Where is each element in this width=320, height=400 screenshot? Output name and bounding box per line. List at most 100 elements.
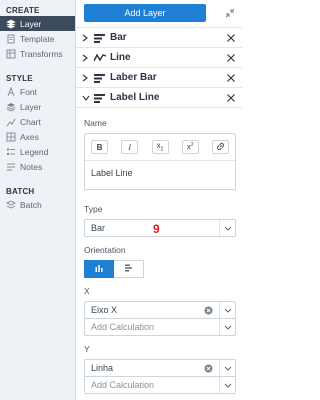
close-icon[interactable]: [226, 33, 236, 43]
vertical-orientation-button[interactable]: [84, 260, 114, 278]
layer-row-laber-bar[interactable]: Laber Bar: [76, 67, 242, 87]
bar-icon: [94, 33, 106, 43]
y-select[interactable]: Linha: [84, 359, 236, 377]
bar-icon: [94, 93, 106, 103]
style-heading: STYLE: [6, 74, 33, 83]
sidebar-item-transforms[interactable]: Transforms: [0, 46, 75, 61]
sidebar-item-layer[interactable]: Layer: [0, 16, 75, 31]
sidebar-item-label: Batch: [20, 199, 42, 210]
name-label: Name: [84, 118, 107, 128]
layer-name: Bar: [110, 32, 127, 43]
layers-icon: [6, 19, 16, 29]
horizontal-orientation-button[interactable]: [114, 260, 144, 278]
name-editor: B I x2 x2 Label Line: [84, 133, 236, 190]
layer-row-line[interactable]: Line: [76, 47, 242, 67]
x-label: X: [84, 286, 90, 296]
sidebar-item-notes[interactable]: Notes: [0, 159, 75, 174]
chevron-down-icon[interactable]: [82, 94, 90, 102]
clear-icon[interactable]: [204, 364, 213, 373]
create-heading: CREATE: [6, 6, 40, 15]
y-calculation-placeholder: Add Calculation: [91, 380, 155, 390]
x-calculation-placeholder: Add Calculation: [91, 322, 155, 332]
y-label: Y: [84, 344, 90, 354]
name-input[interactable]: Label Line: [85, 161, 235, 189]
layers-icon: [6, 102, 16, 112]
notes-icon: [6, 162, 16, 172]
type-value: Bar: [91, 223, 106, 233]
x-field-group: Eixo X Add Calculation: [84, 301, 236, 336]
chevron-right-icon[interactable]: [82, 34, 90, 42]
collapse-icon[interactable]: [224, 7, 236, 19]
batch-icon: [6, 199, 16, 210]
axes-icon: [6, 132, 16, 142]
template-icon: [6, 34, 16, 44]
sidebar-item-legend[interactable]: Legend: [0, 144, 75, 159]
x-calculation-select[interactable]: Add Calculation: [84, 318, 236, 336]
chevron-down-icon[interactable]: [219, 319, 235, 335]
chevron-down-icon[interactable]: [219, 220, 235, 236]
type-label: Type: [84, 204, 103, 214]
orientation-label: Orientation: [84, 245, 126, 255]
chevron-right-icon[interactable]: [82, 74, 90, 82]
clear-icon[interactable]: [204, 306, 213, 315]
layer-panel: Add Layer Bar Line Laber Bar Label Line …: [76, 0, 242, 400]
transforms-icon: [6, 49, 16, 59]
bar-icon: [94, 73, 106, 83]
orientation-toggle: [84, 260, 236, 278]
x-value: Eixo X: [91, 305, 118, 315]
chart-icon: [6, 117, 16, 127]
subscript-icon: x2: [156, 141, 164, 153]
line-icon: [94, 53, 106, 63]
layer-name: Laber Bar: [110, 72, 157, 83]
sidebar-item-layer-style[interactable]: Layer: [0, 99, 75, 114]
y-field-group: Linha Add Calculation: [84, 359, 236, 394]
sidebar-item-chart[interactable]: Chart: [0, 114, 75, 129]
close-icon[interactable]: [226, 73, 236, 83]
y-calculation-select[interactable]: Add Calculation: [84, 376, 236, 394]
x-select[interactable]: Eixo X: [84, 301, 236, 319]
legend-icon: [6, 147, 16, 157]
sidebar-item-label: Transforms: [20, 48, 63, 59]
chevron-right-icon[interactable]: [82, 54, 90, 62]
layer-settings: Name B I x2 x2 Label Line Type Bar 9 Ori…: [76, 107, 242, 394]
horizontal-bars-icon: [124, 264, 133, 274]
bold-button[interactable]: B: [91, 140, 108, 154]
sidebar-item-axes[interactable]: Axes: [0, 129, 75, 144]
close-icon[interactable]: [226, 53, 236, 63]
superscript-icon: x2: [186, 142, 194, 152]
annotation-number: 9: [153, 222, 160, 236]
chevron-down-icon[interactable]: [219, 302, 235, 318]
chevron-down-icon[interactable]: [219, 360, 235, 376]
link-button[interactable]: [212, 140, 229, 154]
layer-name: Line: [110, 52, 131, 63]
vertical-bars-icon: [95, 264, 103, 274]
sidebar-item-label: Template: [20, 33, 55, 44]
italic-button[interactable]: I: [121, 140, 139, 154]
subscript-button[interactable]: x2: [151, 140, 169, 154]
sidebar-item-label: Font: [20, 86, 38, 97]
layer-row-label-line[interactable]: Label Line: [76, 87, 242, 107]
link-icon: [216, 142, 225, 153]
sidebar-item-label: Axes: [20, 131, 39, 142]
sidebar-item-label: Notes: [20, 161, 43, 172]
chevron-down-icon[interactable]: [219, 377, 235, 393]
y-value: Linha: [91, 363, 114, 373]
type-select[interactable]: Bar 9: [84, 219, 236, 237]
sidebar-item-label: Chart: [20, 116, 41, 127]
layer-row-bar[interactable]: Bar: [76, 27, 242, 47]
superscript-button[interactable]: x2: [181, 140, 199, 154]
sidebar-item-batch[interactable]: Batch: [0, 197, 75, 212]
font-icon: [6, 86, 16, 97]
sidebar-item-label: Legend: [20, 146, 49, 157]
add-layer-button[interactable]: Add Layer: [84, 4, 206, 22]
sidebar-item-template[interactable]: Template: [0, 31, 75, 46]
sidebar-item-label: Layer: [20, 18, 42, 29]
format-toolbar: B I x2 x2: [85, 134, 235, 161]
sidebar: CREATE Layer Template Transforms STYLE F…: [0, 0, 76, 400]
sidebar-item-label: Layer: [20, 101, 42, 112]
close-icon[interactable]: [226, 93, 236, 103]
layer-name: Label Line: [110, 92, 160, 103]
batch-heading: BATCH: [6, 187, 35, 196]
sidebar-item-font[interactable]: Font: [0, 84, 75, 99]
panel-toolbar: Add Layer: [76, 0, 242, 27]
